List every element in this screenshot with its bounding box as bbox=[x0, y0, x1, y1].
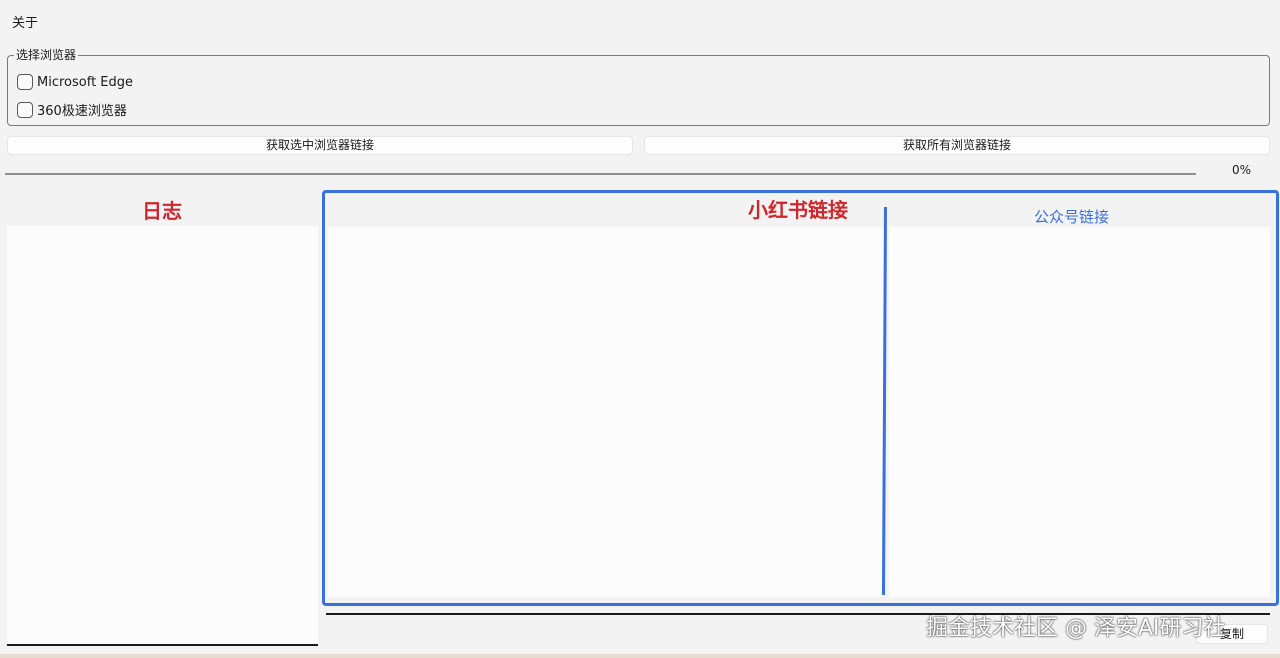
progress-bar bbox=[5, 173, 1196, 175]
log-textarea[interactable] bbox=[7, 226, 318, 646]
watermark-text: 掘金技术社区 @ 泽安AI研习社 bbox=[926, 616, 1226, 641]
xiaohongshu-links-label: 小红书链接 bbox=[748, 198, 848, 222]
xiaohongshu-links-textarea[interactable] bbox=[328, 227, 884, 597]
menu-bar: 关于 bbox=[0, 0, 1280, 40]
checkbox-box[interactable] bbox=[17, 101, 33, 118]
checkbox-label: Microsoft Edge bbox=[37, 74, 134, 90]
get-all-links-button[interactable]: 获取所有浏览器链接 bbox=[644, 136, 1270, 155]
browser-select-group: 选择浏览器 Microsoft Edge 360极速浏览器 bbox=[7, 48, 1270, 126]
progress-percent: 0% bbox=[1232, 163, 1252, 177]
checkbox-box[interactable] bbox=[17, 74, 33, 90]
menu-about[interactable]: 关于 bbox=[12, 12, 38, 31]
group-title: 选择浏览器 bbox=[14, 48, 79, 63]
get-selected-links-button[interactable]: 获取选中浏览器链接 bbox=[7, 136, 633, 155]
bottom-strip bbox=[0, 654, 1280, 658]
wechat-links-textarea[interactable] bbox=[889, 227, 1270, 597]
checkbox-360-browser[interactable]: 360极速浏览器 bbox=[17, 100, 127, 119]
log-label: 日志 bbox=[142, 199, 182, 223]
checkbox-label: 360极速浏览器 bbox=[37, 104, 127, 119]
checkbox-microsoft-edge[interactable]: Microsoft Edge bbox=[17, 74, 133, 90]
wechat-links-label: 公众号链接 bbox=[1034, 208, 1110, 226]
app-window: 关于 选择浏览器 Microsoft Edge 360极速浏览器 获取选中浏览器… bbox=[0, 0, 1280, 658]
